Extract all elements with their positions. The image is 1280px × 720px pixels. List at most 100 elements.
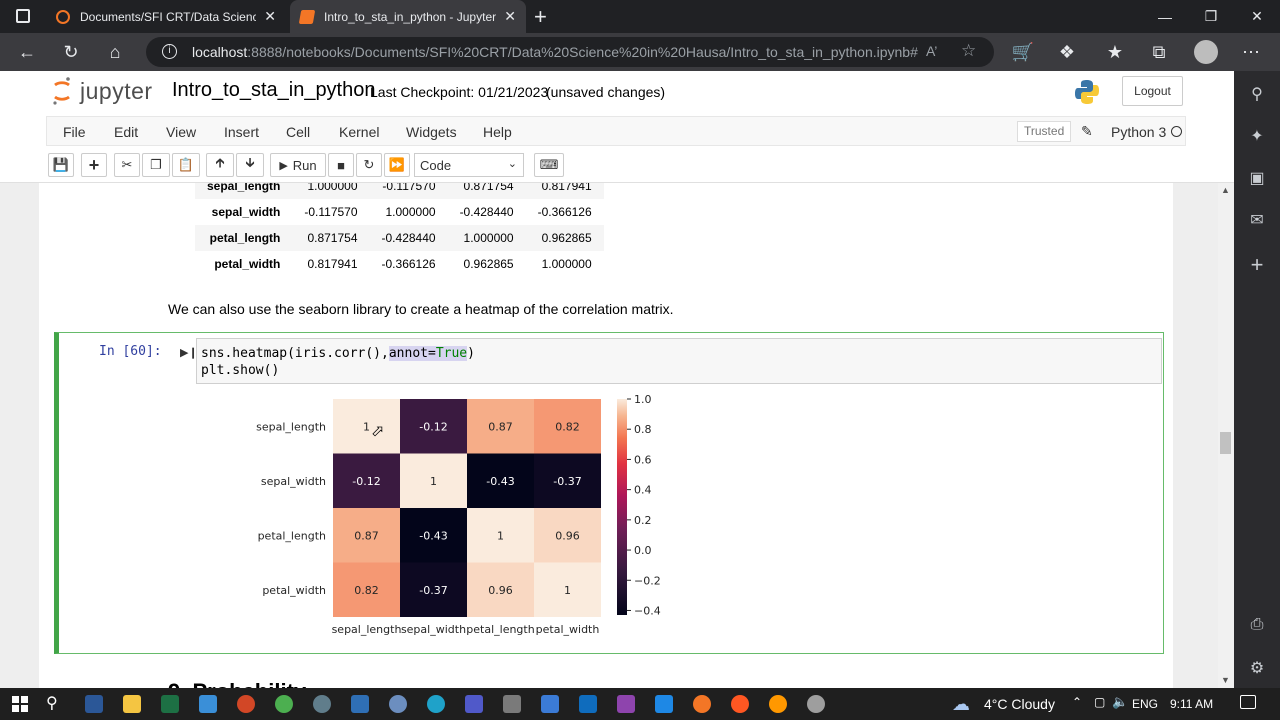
menu-help[interactable]: Help <box>483 124 512 140</box>
start-icon[interactable] <box>12 696 28 712</box>
move-down-icon[interactable]: 🡳 <box>236 153 264 177</box>
network-icon[interactable]: ▢ <box>1094 695 1105 709</box>
logout-button[interactable]: Logout <box>1122 76 1183 106</box>
outlook-icon[interactable]: ✉ <box>1234 210 1280 230</box>
clock[interactable]: 9:11 AM <box>1170 697 1213 711</box>
mail-icon[interactable] <box>199 695 217 713</box>
notifications-icon[interactable] <box>1240 695 1256 709</box>
scrollbar-thumb[interactable] <box>1220 432 1231 454</box>
search-icon[interactable]: ⚲ <box>1234 84 1280 104</box>
settings-gear-icon[interactable]: ⚙ <box>1234 658 1280 678</box>
chevron-up-icon[interactable]: ⌃ <box>1072 695 1082 709</box>
kernel-name[interactable]: Python 3 <box>1111 124 1166 140</box>
browser-tab-documents[interactable]: Documents/SFI CRT/Data Science in Hausa/… <box>46 0 286 33</box>
app-icon[interactable] <box>731 695 749 713</box>
home-icon[interactable]: ⌂ <box>104 41 126 63</box>
code-cell[interactable]: In [60]: ▶❙ sns.heatmap(iris.corr(),anno… <box>54 332 1164 654</box>
paste-icon[interactable]: 📋 <box>172 153 200 177</box>
close-window-icon[interactable]: ✕ <box>1234 0 1280 33</box>
jupyter-menubar: File Edit View Insert Cell Kernel Widget… <box>46 116 1186 146</box>
info-icon[interactable]: i <box>162 44 177 59</box>
table-cell: -0.366126 <box>537 205 592 219</box>
restart-run-all-icon[interactable]: ⏩ <box>384 153 410 177</box>
hide-sidebar-icon[interactable]: ⎙ <box>1234 616 1280 634</box>
scroll-up-icon[interactable]: ▲ <box>1221 185 1230 195</box>
add-sidebar-app-icon[interactable]: + <box>1234 252 1280 278</box>
copy-icon[interactable]: ❐ <box>142 153 170 177</box>
language-indicator[interactable]: ENG <box>1132 697 1158 711</box>
edit-pencil-icon[interactable]: ✎ <box>1081 123 1093 140</box>
menu-insert[interactable]: Insert <box>224 124 259 140</box>
menu-kernel[interactable]: Kernel <box>339 124 379 140</box>
code-text: annot= <box>388 346 436 361</box>
move-up-icon[interactable]: 🡱 <box>206 153 234 177</box>
back-icon[interactable]: ← <box>16 41 38 63</box>
table-cell: -0.428440 <box>459 205 514 219</box>
code-line: sns.heatmap(iris.corr(),annot=True) <box>201 345 1161 362</box>
trusted-badge[interactable]: Trusted <box>1017 121 1072 142</box>
favorites-icon[interactable]: ★ <box>1104 41 1126 63</box>
excel-icon[interactable] <box>161 695 179 713</box>
teams-icon[interactable] <box>465 695 483 713</box>
cell-type-select[interactable]: Code ⌄ <box>414 153 524 177</box>
app-icon[interactable] <box>617 695 635 713</box>
app-icon[interactable] <box>351 695 369 713</box>
browser-tab-notebook[interactable]: Intro_to_sta_in_python - Jupyter Noteboo… <box>290 0 526 33</box>
search-icon[interactable]: ⚲ <box>46 693 58 713</box>
profile-avatar[interactable] <box>1194 40 1218 64</box>
read-aloud-icon[interactable]: A’ <box>926 43 937 59</box>
powerpoint-icon[interactable] <box>237 695 255 713</box>
save-icon[interactable]: 💾 <box>48 153 74 177</box>
app-icon[interactable] <box>807 695 825 713</box>
menu-cell[interactable]: Cell <box>286 124 310 140</box>
more-menu-icon[interactable]: ⋯ <box>1240 41 1262 63</box>
volume-icon[interactable]: 🔈 <box>1112 694 1128 710</box>
url-field[interactable]: i localhost:8888/notebooks/Documents/SFI… <box>146 37 994 67</box>
tab-close-icon[interactable]: ✕ <box>504 8 516 25</box>
table-cell: 0.817941 <box>525 183 604 199</box>
extensions-icon[interactable]: ❖ <box>1056 41 1078 63</box>
markdown-paragraph[interactable]: We can also use the seaborn library to c… <box>168 301 674 317</box>
restart-icon[interactable]: ↻ <box>356 153 382 177</box>
favorite-star-icon[interactable]: ☆ <box>961 41 976 61</box>
app-icon[interactable] <box>541 695 559 713</box>
restore-icon[interactable]: ❐ <box>1188 0 1234 33</box>
cut-icon[interactable]: ✂ <box>114 153 140 177</box>
refresh-icon[interactable]: ↻ <box>60 41 82 63</box>
windows-taskbar: ⚲ ☁ 4°C Cloudy ⌃ ▢ 🔈 ENG 9:11 AM <box>0 688 1280 720</box>
word-icon[interactable] <box>85 695 103 713</box>
edge-icon[interactable] <box>427 695 445 713</box>
collections-icon[interactable]: ⧉ <box>1148 41 1170 63</box>
file-explorer-icon[interactable] <box>123 695 141 713</box>
notebook-name[interactable]: Intro_to_sta_in_python <box>172 79 376 102</box>
globe-icon[interactable] <box>313 695 331 713</box>
insert-cell-icon[interactable]: + <box>81 153 107 177</box>
jupyter-icon[interactable] <box>693 695 711 713</box>
shopping-icon[interactable]: 🛒 <box>1012 41 1034 63</box>
firefox-icon[interactable] <box>769 695 787 713</box>
menu-file[interactable]: File <box>63 124 86 140</box>
discover-icon[interactable]: ✦ <box>1234 126 1280 146</box>
app-icon[interactable] <box>503 695 521 713</box>
r-icon[interactable] <box>389 695 407 713</box>
office-icon[interactable]: ▣ <box>1234 168 1280 188</box>
chrome-icon[interactable] <box>275 695 293 713</box>
menu-widgets[interactable]: Widgets <box>406 124 457 140</box>
vscode-icon[interactable] <box>655 695 673 713</box>
weather-text[interactable]: 4°C Cloudy <box>984 696 1055 712</box>
run-button[interactable]: ▶ Run <box>270 153 326 177</box>
keyboard-icon[interactable]: ⌨ <box>534 153 564 177</box>
menu-edit[interactable]: Edit <box>114 124 138 140</box>
row-header: sepal_width <box>211 205 281 219</box>
code-editor[interactable]: sns.heatmap(iris.corr(),annot=True) plt.… <box>196 338 1162 384</box>
minimize-icon[interactable]: — <box>1142 0 1188 33</box>
jupyter-logo[interactable]: jupyter <box>52 76 153 106</box>
new-tab-button[interactable]: + <box>534 4 547 30</box>
notebook-favicon-icon <box>298 9 316 24</box>
tab-close-icon[interactable]: ✕ <box>264 8 276 25</box>
outlook-icon[interactable] <box>579 695 597 713</box>
interrupt-icon[interactable]: ■ <box>328 153 354 177</box>
scroll-down-icon[interactable]: ▼ <box>1221 675 1230 685</box>
tab-actions-icon[interactable] <box>16 9 30 23</box>
menu-view[interactable]: View <box>166 124 196 140</box>
